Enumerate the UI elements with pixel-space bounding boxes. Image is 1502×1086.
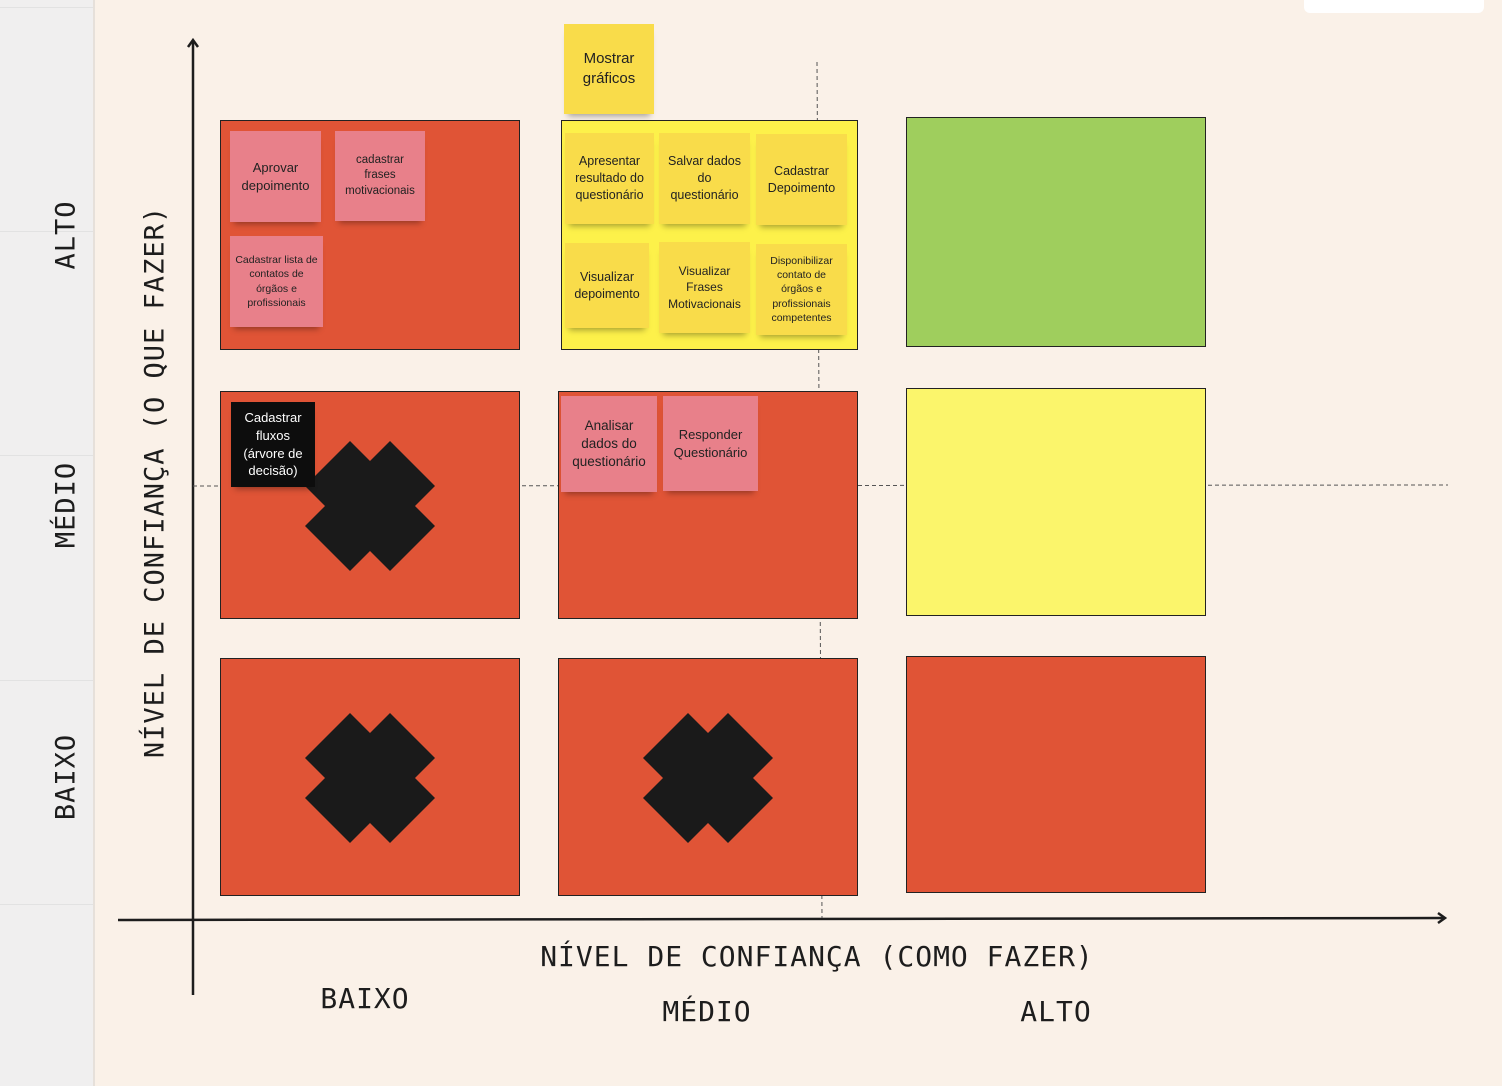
x-icon: [305, 713, 435, 843]
cell-alto-alto[interactable]: [906, 117, 1206, 347]
sticky-note[interactable]: cadastrar frases motivacionais: [335, 131, 425, 221]
x-icon: [643, 713, 773, 843]
col-label-baixo: BAIXO: [320, 982, 410, 1015]
sticky-note[interactable]: Apresentar resultado do questionário: [565, 133, 654, 224]
sticky-note[interactable]: Responder Questionário: [663, 396, 758, 491]
sticky-note[interactable]: Cadastrar Depoimento: [756, 134, 847, 225]
col-label-alto: ALTO: [1020, 995, 1092, 1028]
col-label-medio: MÉDIO: [662, 995, 752, 1028]
x-icon: [305, 441, 435, 571]
x-axis-title: NÍVEL DE CONFIANÇA (COMO FAZER): [540, 940, 1094, 973]
sticky-note[interactable]: Visualizar Frases Motivacionais: [659, 242, 750, 333]
sticky-note[interactable]: Aprovar depoimento: [230, 131, 321, 222]
sticky-note[interactable]: Mostrar gráficos: [564, 24, 654, 114]
sticky-note[interactable]: Salvar dados do questionário: [659, 133, 750, 224]
sticky-note[interactable]: Cadastrar lista de contatos de órgãos e …: [230, 236, 323, 327]
cell-baixo-alto[interactable]: [906, 656, 1206, 893]
cell-medio-alto[interactable]: [906, 388, 1206, 616]
sticky-note[interactable]: Disponibilizar contato de órgãos e profi…: [756, 244, 847, 335]
sticky-note[interactable]: Visualizar depoimento: [565, 243, 649, 328]
sticky-note[interactable]: Cadastrar fluxos (árvore de decisão): [231, 402, 315, 487]
sticky-note[interactable]: Analisar dados do questionário: [561, 396, 657, 492]
